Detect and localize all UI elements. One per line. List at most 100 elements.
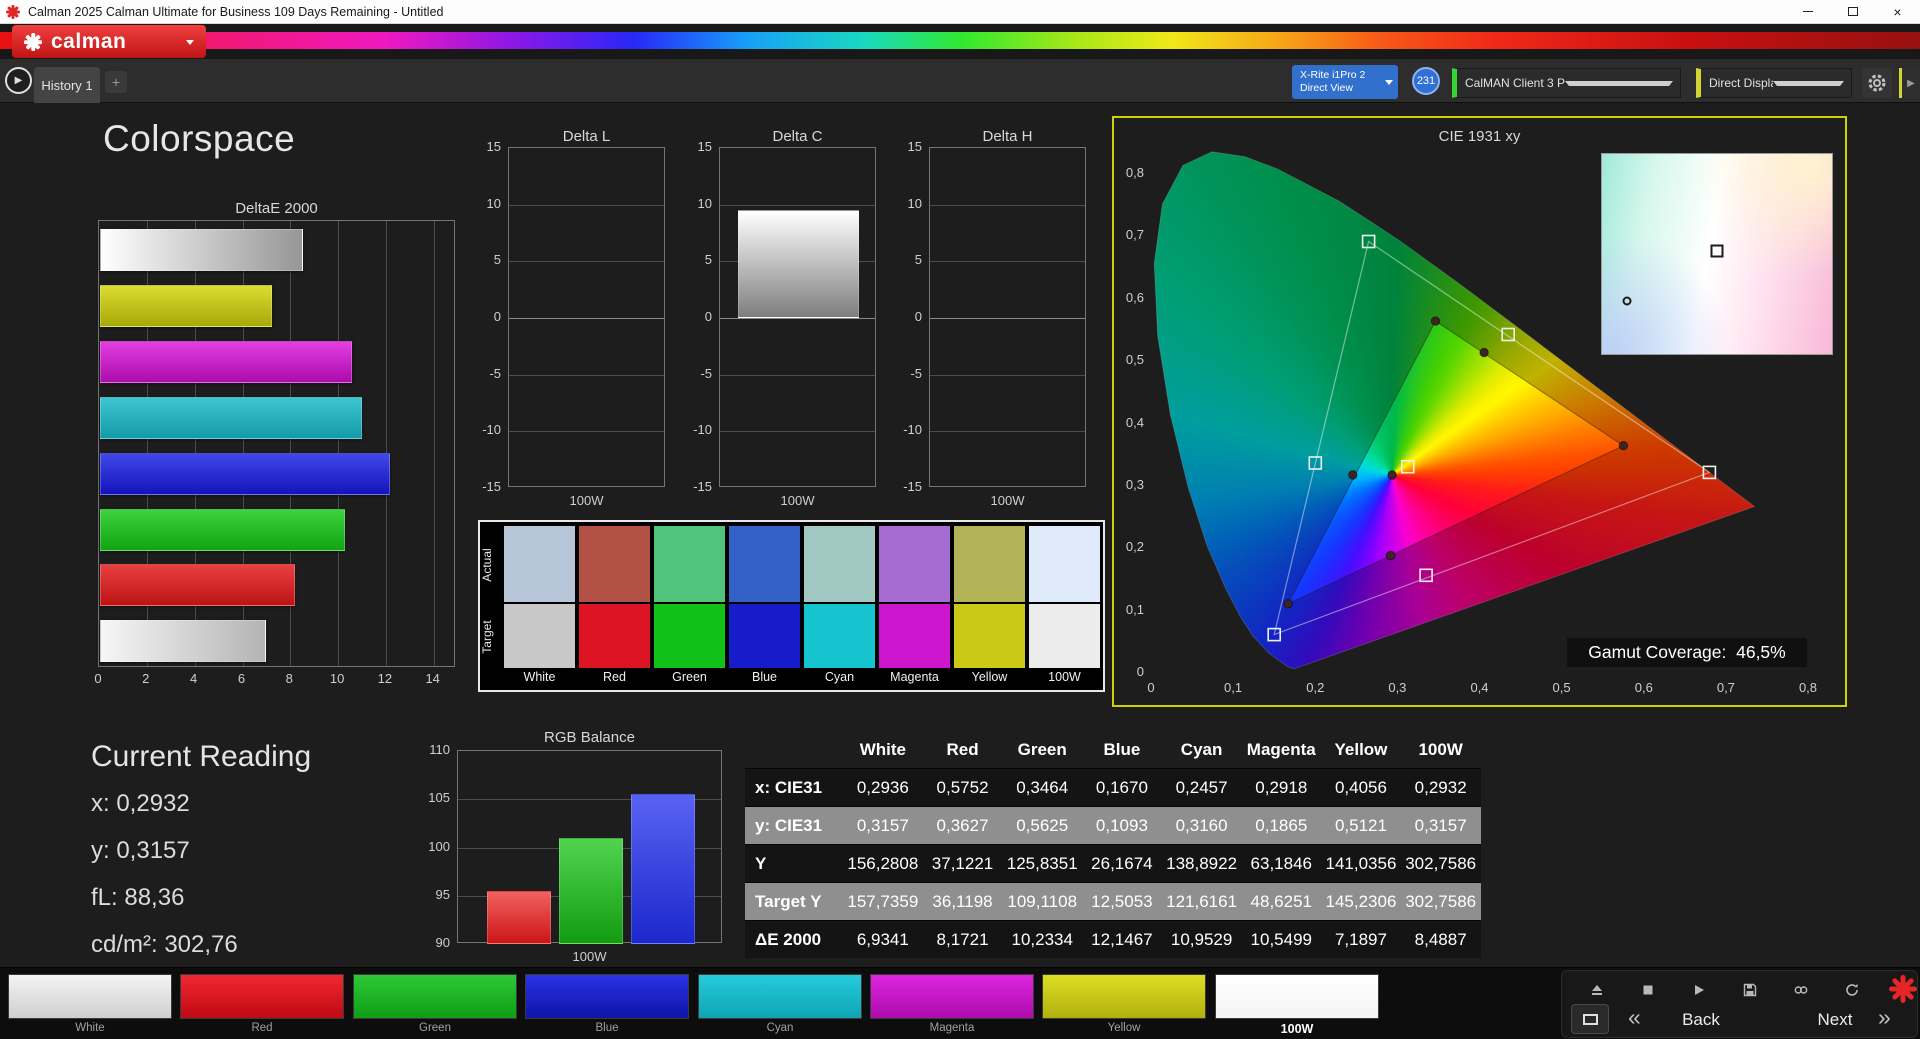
- deltae-gridline: [433, 221, 435, 666]
- pattern-button-yellow[interactable]: Yellow: [1042, 974, 1206, 1034]
- stop-button[interactable]: [1635, 977, 1661, 1003]
- back-button[interactable]: Back: [1656, 1010, 1746, 1030]
- delta-c-chart-axis-label: -5: [700, 365, 712, 381]
- delta-c-chart-gridline: [720, 374, 875, 376]
- delta-c-chart-axis-label: 0: [704, 309, 712, 324]
- measured-point-white: [1387, 470, 1397, 480]
- pattern-label: Yellow: [1107, 1022, 1141, 1034]
- results-value: 0,3627: [936, 815, 989, 835]
- history-nav-button[interactable]: ▶: [5, 67, 32, 94]
- play-icon: [1695, 985, 1704, 995]
- save-button[interactable]: [1737, 977, 1763, 1003]
- swatch-target-cyan: [804, 604, 875, 668]
- delta-c-chart-axis-label: -10: [693, 422, 712, 438]
- deltae-2000-chart: DeltaE 2000 0 2 4 6 8 10 12 14: [94, 200, 498, 700]
- window-toggle-button[interactable]: [1571, 1004, 1609, 1034]
- results-value: 138,8922: [1166, 853, 1238, 873]
- rgb-balance-chart: RGB Balance 110 105 100 95 90 100W: [417, 727, 737, 977]
- eject-button[interactable]: [1584, 977, 1610, 1003]
- delta-c-chart-axis-label: 5: [704, 252, 712, 268]
- window-title: Calman 2025 Calman Ultimate for Business…: [28, 4, 444, 19]
- swatch-column-label: Red: [603, 670, 626, 684]
- delta-l-chart-axis-label: 10: [486, 195, 501, 211]
- rgb-chart-axis-label: 105: [428, 790, 450, 806]
- swatch-target-100w: [1029, 604, 1100, 668]
- pattern-swatch: [1042, 974, 1206, 1019]
- results-value: 0,3464: [1016, 777, 1069, 797]
- app-window: Calman 2025 Calman Ultimate for Business…: [0, 0, 1920, 1039]
- delta-c-chart-axis-label: -15: [693, 479, 712, 494]
- deltae-gridline: [338, 221, 340, 666]
- pattern-button-white[interactable]: White: [8, 974, 172, 1034]
- delta-h-chart-axis-label: 5: [914, 252, 922, 268]
- deltae-gridline: [385, 221, 387, 666]
- link-button[interactable]: [1788, 977, 1814, 1003]
- results-value: 0,5752: [936, 777, 989, 797]
- maximize-button[interactable]: [1830, 0, 1875, 23]
- delta-c-chart-gridline: [720, 204, 875, 206]
- deltae-chart-title: DeltaE 2000: [235, 200, 318, 217]
- delta-l-chart-axis-label: -15: [482, 479, 501, 494]
- results-value: 0,1865: [1255, 815, 1308, 835]
- side-panel-handle[interactable]: ▶: [1899, 68, 1920, 98]
- delta-l-chart-axis-label: 0: [493, 309, 501, 324]
- results-value: 0,2918: [1255, 777, 1308, 797]
- results-column-header: Blue: [1103, 739, 1141, 759]
- pattern-button-blue[interactable]: Blue: [525, 974, 689, 1034]
- pattern-button-red[interactable]: Red: [180, 974, 344, 1034]
- close-button[interactable]: ×: [1875, 0, 1920, 23]
- transport-panel: « Back Next »: [1561, 970, 1918, 1038]
- results-value: 0,2936: [856, 777, 909, 797]
- color-checker-grid: Actual Target White Red Green Blue Cyan Magenta…: [480, 522, 1103, 690]
- measured-point-yellow: [1479, 347, 1489, 358]
- calman-logo-menu[interactable]: calman: [12, 25, 206, 58]
- delta-c-chart-bar-100w: [738, 210, 859, 318]
- results-value: 0,1093: [1095, 815, 1148, 835]
- pattern-generator-dropdown[interactable]: CalMAN Client 3 Pattern Generator: [1452, 68, 1681, 98]
- refresh-button[interactable]: [1839, 977, 1865, 1003]
- pattern-button-100w[interactable]: 100W: [1215, 974, 1379, 1036]
- meter-dropdown[interactable]: X-Rite i1Pro 2 Direct View: [1292, 65, 1398, 99]
- pattern-button-bar: « Back Next » White Red Green Blue Cyan Magen…: [0, 967, 1920, 1039]
- minimize-button[interactable]: [1785, 0, 1830, 23]
- display-control-dropdown[interactable]: Direct Display Control: [1696, 68, 1852, 98]
- results-value: 63,1846: [1250, 853, 1312, 873]
- swatch-column-label: 100W: [1048, 670, 1081, 684]
- add-tab-button[interactable]: +: [105, 71, 127, 93]
- swatch-target-yellow: [954, 604, 1025, 668]
- pattern-button-green[interactable]: Green: [353, 974, 517, 1034]
- swatch-column-label: Yellow: [971, 670, 1008, 684]
- pattern-label: Green: [419, 1022, 451, 1034]
- results-row: Target Y 157,7359 36,1198 109,1108 12,5053 12…: [745, 882, 1481, 920]
- measured-gamut-outline: [1286, 320, 1625, 605]
- deltae-axis-label: 4: [189, 671, 198, 686]
- delta-h-chart-gridline: [930, 318, 1085, 319]
- results-value: 0,5625: [1016, 815, 1069, 835]
- deltae-bar-cyan: [100, 396, 362, 439]
- delta-h-chart-axis-label: -5: [910, 365, 922, 381]
- measured-point-cyan: [1348, 470, 1358, 480]
- results-row: y: CIE31 0,3157 0,3627 0,5625 0,1093 0,3160 0,…: [745, 806, 1481, 844]
- rgb-balance-title: RGB Balance: [544, 729, 635, 746]
- results-value: 0,1670: [1095, 777, 1148, 797]
- results-value: 0,2457: [1175, 777, 1228, 797]
- play-button[interactable]: [1686, 977, 1712, 1003]
- target-marker-white: [1401, 459, 1415, 474]
- delta-l-chart-gridline: [509, 204, 664, 206]
- inset-measured-marker: [1622, 296, 1632, 306]
- chevron-down-icon: [1385, 80, 1393, 89]
- cie-chart-panel[interactable]: CIE 1931 xy Gamut Coverage: 46,5% 0 0,1 0,…: [1112, 116, 1847, 707]
- gear-icon: [1868, 74, 1886, 92]
- calman-asterisk-icon: [24, 32, 42, 51]
- deltae-bar-red: [100, 564, 296, 607]
- settings-button[interactable]: [1862, 68, 1892, 98]
- next-button[interactable]: Next: [1790, 1010, 1880, 1030]
- results-value: 157,7359: [847, 891, 919, 911]
- rgb-chart-axis-label: 95: [435, 886, 450, 902]
- delta-c-chart-axis-label: 15: [697, 139, 712, 154]
- pattern-button-magenta[interactable]: Magenta: [870, 974, 1034, 1034]
- pattern-button-cyan[interactable]: Cyan: [698, 974, 862, 1034]
- results-column-header: Red: [946, 739, 979, 759]
- tab-history-1[interactable]: History 1: [34, 67, 100, 103]
- swatch-actual-magenta: [879, 526, 950, 602]
